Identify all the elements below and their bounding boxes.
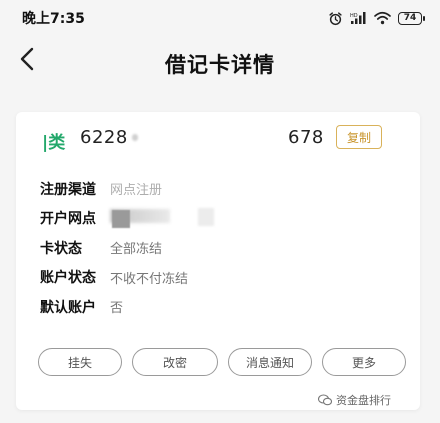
detail-label: 注册渠道 <box>40 181 96 198</box>
card-number-end: 678 <box>288 127 324 148</box>
detail-label: 开户网点 <box>40 211 96 228</box>
detail-label: 账户状态 <box>40 270 96 287</box>
detail-label: 卡状态 <box>40 240 82 257</box>
masked-branch-value <box>110 208 214 229</box>
status-time: 晚上7:35 <box>22 11 85 27</box>
notifications-button[interactable]: 消息通知 <box>228 348 312 376</box>
debit-card-panel: |类 6228 678 复制 注册渠道 网点注册 开户网点 卡状态 全部冻结 账… <box>16 112 420 410</box>
battery-icon: 74 <box>398 11 425 25</box>
signal-icon: HD <box>350 11 367 25</box>
watermark-text: 资金盘排行 <box>336 394 391 407</box>
change-password-button[interactable]: 改密 <box>132 348 218 376</box>
blur-mask <box>112 210 130 229</box>
more-button[interactable]: 更多 <box>322 348 406 376</box>
report-loss-button[interactable]: 挂失 <box>38 348 122 376</box>
page-title: 借记卡详情 <box>165 53 275 77</box>
detail-row-channel: 注册渠道 网点注册 <box>40 174 400 204</box>
card-header: |类 6228 678 复制 <box>16 112 420 162</box>
card-class-tag: |类 <box>42 133 66 153</box>
status-icons: HD 74 <box>328 11 425 26</box>
detail-list: 注册渠道 网点注册 开户网点 卡状态 全部冻结 账户状态 不收不付冻结 默认账户… <box>40 174 400 322</box>
detail-value: 不收不付冻结 <box>110 271 189 287</box>
watermark: 资金盘排行 <box>317 392 391 408</box>
detail-row-default-account: 默认账户 否 <box>40 292 400 322</box>
status-bar: 晚上7:35 HD 74 <box>0 0 440 36</box>
card-number-start: 6228 <box>80 127 128 148</box>
detail-row-card-status: 卡状态 全部冻结 <box>40 233 400 263</box>
blur-mask <box>198 208 214 227</box>
detail-value: 网点注册 <box>110 183 163 199</box>
detail-row-account-status: 账户状态 不收不付冻结 <box>40 263 400 293</box>
wifi-icon <box>374 11 391 25</box>
svg-text:HD: HD <box>350 13 358 19</box>
copy-button[interactable]: 复制 <box>336 125 382 149</box>
detail-row-branch: 开户网点 <box>40 204 400 234</box>
detail-label: 默认账户 <box>40 299 96 316</box>
wechat-icon <box>317 394 333 406</box>
detail-value: 否 <box>110 301 124 317</box>
detail-value: 全部冻结 <box>110 242 163 258</box>
nav-bar: 借记卡详情 <box>0 36 440 86</box>
masked-digits <box>132 134 138 141</box>
alarm-icon <box>328 11 343 26</box>
action-bar: 挂失 改密 消息通知 更多 <box>38 348 408 376</box>
